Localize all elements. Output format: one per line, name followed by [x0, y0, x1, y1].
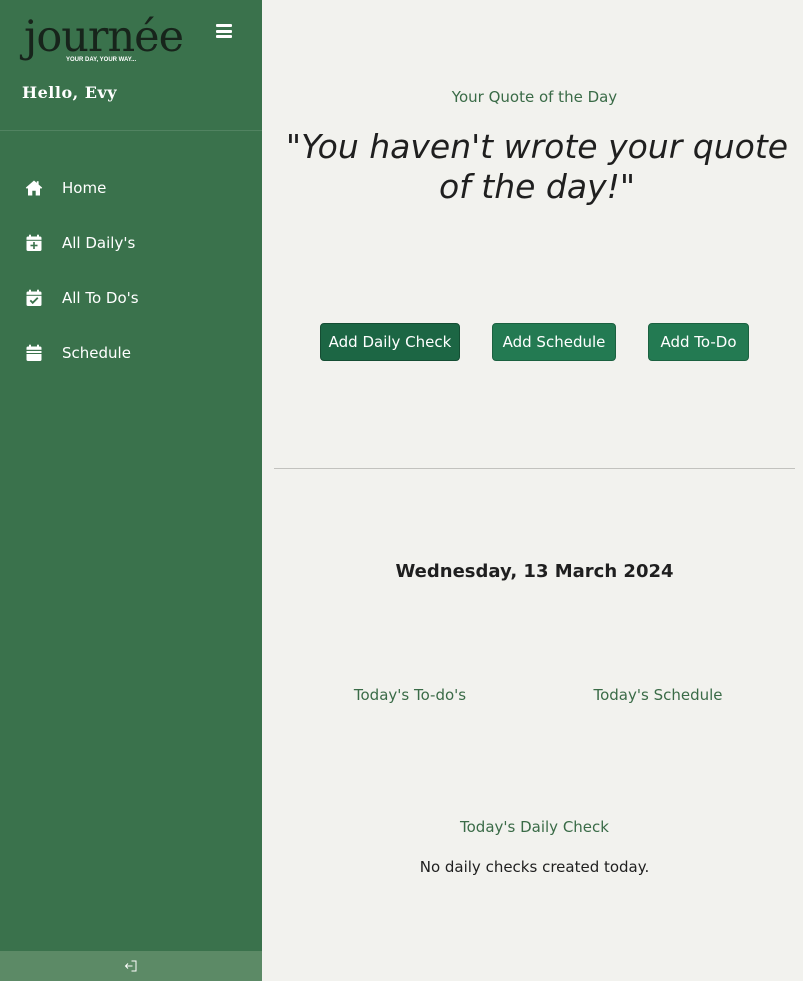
logout-button[interactable]	[0, 951, 262, 981]
add-daily-check-button[interactable]: Add Daily Check	[320, 323, 460, 361]
sidebar-item-schedule[interactable]: Schedule	[0, 325, 262, 380]
sidebar-nav: Home All Daily's All To Do's Schedule	[0, 160, 262, 380]
action-buttons: Add Daily Check Add Schedule Add To-Do	[262, 323, 803, 361]
sidebar-item-label: All Daily's	[62, 233, 136, 252]
sidebar-divider	[0, 130, 262, 131]
home-icon	[25, 180, 43, 195]
hamburger-menu-icon[interactable]	[214, 22, 234, 40]
sidebar-item-label: Home	[62, 178, 107, 197]
todays-daily-check-heading: Today's Daily Check	[460, 818, 609, 836]
todays-todos-heading: Today's To-do's	[353, 686, 467, 704]
sidebar-item-label: Schedule	[62, 343, 131, 362]
add-schedule-button[interactable]: Add Schedule	[492, 323, 616, 361]
section-divider	[274, 468, 795, 469]
current-date: Wednesday, 13 March 2024	[395, 561, 674, 582]
logo-text: journée	[24, 12, 184, 62]
sidebar-item-label: All To Do's	[62, 288, 139, 307]
calendar-plus-icon	[26, 234, 42, 251]
add-todo-button[interactable]: Add To-Do	[648, 323, 749, 361]
sidebar: journée YOUR DAY, YOUR WAY... Hello, Evy…	[0, 0, 262, 981]
logo[interactable]: journée YOUR DAY, YOUR WAY...	[24, 12, 184, 63]
sidebar-item-home[interactable]: Home	[0, 160, 262, 215]
user-greeting: Hello, Evy	[22, 83, 118, 102]
calendar-check-icon	[26, 289, 42, 306]
quote-heading: Your Quote of the Day	[451, 88, 618, 106]
main-content: Your Quote of the Day "You haven't wrote…	[262, 0, 803, 981]
no-daily-checks-message: No daily checks created today.	[419, 858, 650, 876]
calendar-icon	[26, 344, 42, 361]
logo-tagline: YOUR DAY, YOUR WAY...	[66, 57, 137, 63]
logout-icon	[124, 960, 137, 972]
sidebar-item-all-dailys[interactable]: All Daily's	[0, 215, 262, 270]
sidebar-item-all-todos[interactable]: All To Do's	[0, 270, 262, 325]
quote-text: "You haven't wrote your quote of the day…	[285, 127, 789, 206]
todays-schedule-heading: Today's Schedule	[593, 686, 723, 704]
